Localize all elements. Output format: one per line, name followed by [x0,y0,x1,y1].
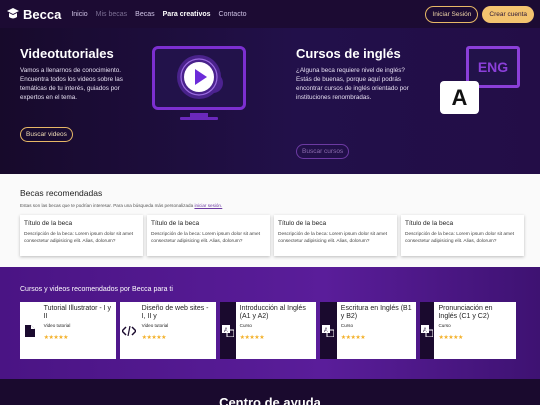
course-type: Curso [438,323,451,328]
login-button[interactable]: Iniciar Sesión [425,5,479,23]
course-card[interactable]: A Escritura en Inglés (B1 y B2) Curso ★★… [320,302,416,359]
becas-title: Becas recomendadas [20,188,103,198]
video-promo: Videotutoriales Vamos a llenarnos de con… [20,46,140,102]
logo-icon [6,8,20,20]
monitor-base [180,117,218,120]
signup-button[interactable]: Crear cuenta [482,5,534,23]
logo[interactable]: Becca [6,7,61,22]
top-navbar: Becca Inicio Mis becas Becas Para creati… [0,0,540,28]
course-title: Tutorial Illustrator - I y II [43,305,112,320]
help-title: Centro de ayuda [219,395,321,405]
course-type: Video tutorial [141,323,169,328]
logo-text: Becca [23,6,62,22]
nav-link-para-creativos[interactable]: Para creativos [163,11,211,18]
course-card[interactable]: Tutorial Illustrator - I y II Video tuto… [20,302,116,359]
beca-card-title: Título de la beca [405,220,454,227]
translate-icon: A [220,302,236,359]
rating-stars: ★★★★★ [438,335,463,341]
beca-card-title: Título de la beca [151,220,200,227]
nav-link-contacto[interactable]: Contacto [219,11,247,18]
beca-card-desc: Descripción de la beca: Lorem ipsum dolo… [24,232,134,244]
hero-section: Videotutoriales Vamos a llenarnos de con… [0,28,540,174]
beca-card[interactable]: Título de la beca Descripción de la beca… [20,215,143,256]
rating-stars: ★★★★★ [141,335,167,341]
nav-link-mis-becas[interactable]: Mis becas [96,11,128,18]
beca-card[interactable]: Título de la beca Descripción de la beca… [401,215,524,256]
rating-stars: ★★★★★ [340,335,366,341]
document-icon [20,302,40,359]
rating-stars: ★★★★★ [239,335,265,341]
course-title: Diseño de web sites - I, II y [141,305,209,320]
cursos-title: Cursos y videos recomendados por Becca p… [20,286,173,293]
course-title: Escritura en Inglés (B1 y B2) [340,305,412,320]
becas-subtitle-text: Estas son las becas que te podrían inter… [20,203,194,208]
search-courses-button[interactable]: Buscar cursos [296,144,350,159]
course-type: Curso [340,323,354,328]
search-videos-button[interactable]: Buscar videos [20,127,73,142]
cursos-section: Cursos y videos recomendados por Becca p… [0,267,540,379]
code-icon [120,302,138,359]
course-card[interactable]: A Introducción al Inglés (A1 y A2) Curso… [220,302,316,359]
rating-stars: ★★★★★ [43,335,69,341]
beca-card-desc: Descripción de la beca: Lorem ipsum dolo… [151,232,261,244]
translate-icon: A [320,302,337,359]
help-section: Centro de ayuda [0,379,540,405]
english-text: ¿Alguna beca requiere nivel de inglés? E… [296,67,409,101]
beca-card-title: Título de la beca [278,220,327,227]
beca-card-title: Título de la beca [24,220,73,227]
video-text: Vamos a llenarnos de conocimiento. Encue… [20,67,123,101]
becas-subtitle: Estas son las becas que te podrían inter… [20,203,222,208]
course-type: Video tutorial [43,323,71,328]
beca-card-desc: Descripción de la beca: Lorem ipsum dolo… [278,232,388,244]
course-card[interactable]: Diseño de web sites - I, II y Video tuto… [120,302,216,359]
beca-card[interactable]: Título de la beca Descripción de la beca… [147,215,270,256]
beca-card-desc: Descripción de la beca: Lorem ipsum dolo… [405,232,515,244]
nav-link-becas[interactable]: Becas [135,11,154,18]
becas-section: Becas recomendadas Estas son las becas q… [0,174,540,267]
video-title: Videotutoriales [20,46,114,61]
nav-link-inicio[interactable]: Inicio [71,11,87,18]
course-type: Curso [239,323,252,328]
translate-icon: A [420,302,435,359]
english-promo: Cursos de inglés ¿Alguna beca requiere n… [296,46,416,102]
course-card[interactable]: A Pronunciación en Inglés (C1 y C2) Curs… [420,302,516,359]
english-title: Cursos de inglés [296,46,401,61]
course-title: Introducción al Inglés (A1 y A2) [239,305,306,320]
login-link[interactable]: iniciar sesión. [194,203,222,208]
beca-card[interactable]: Título de la beca Descripción de la beca… [274,215,397,256]
letter-a-icon: A [440,81,479,114]
course-title: Pronunciación en Inglés (C1 y C2) [438,305,493,320]
monitor-play-icon [152,46,246,110]
